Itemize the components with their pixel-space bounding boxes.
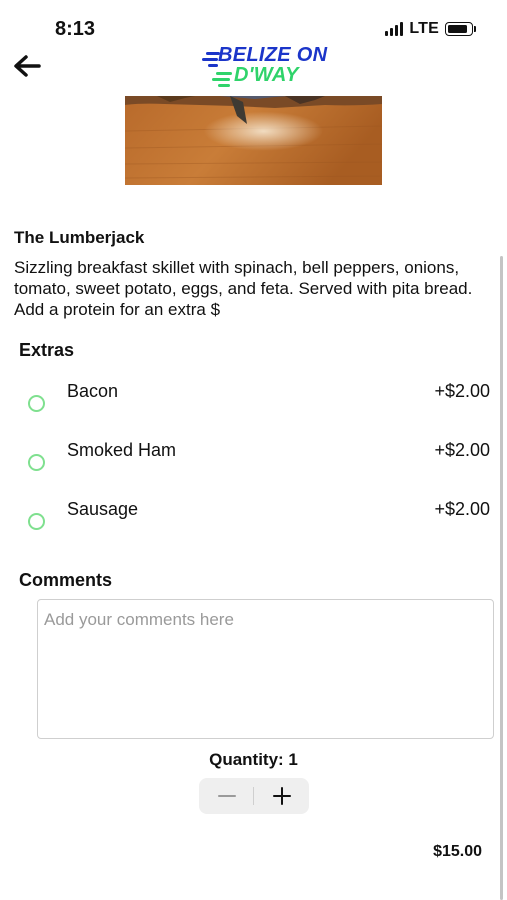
radio-button[interactable] <box>28 395 45 412</box>
plus-icon <box>272 787 291 805</box>
app-logo: BELIZE ON D'WAY <box>200 44 340 88</box>
signal-icon <box>385 22 404 36</box>
quantity-stepper[interactable] <box>199 778 309 814</box>
extra-name: Smoked Ham <box>67 440 177 460</box>
extras-title: Extras <box>19 340 75 360</box>
increment-button[interactable] <box>254 778 309 814</box>
minus-icon <box>217 795 236 797</box>
decrement-button[interactable] <box>199 778 254 814</box>
logo-text-line2: D'WAY <box>234 64 299 86</box>
extra-option-sausage[interactable]: Sausage +$2.00 <box>22 499 490 539</box>
network-type: LTE <box>409 20 439 37</box>
extra-name: Bacon <box>67 381 119 401</box>
back-button[interactable] <box>12 52 44 80</box>
battery-icon <box>445 22 476 36</box>
extra-name: Sausage <box>67 499 139 519</box>
extra-price: +$2.00 <box>434 440 490 460</box>
item-title: The Lumberjack <box>14 228 145 247</box>
item-description: Sizzling breakfast skillet with spinach,… <box>14 258 473 319</box>
total-price: $15.00 <box>433 843 482 860</box>
food-image <box>125 96 382 185</box>
status-indicators: LTE <box>385 20 476 38</box>
comments-title: Comments <box>19 570 113 590</box>
arrow-left-icon <box>14 55 41 77</box>
radio-button[interactable] <box>28 513 45 530</box>
comments-field[interactable] <box>37 599 494 739</box>
extra-option-smoked-ham[interactable]: Smoked Ham +$2.00 <box>22 440 490 480</box>
extra-price: +$2.00 <box>434 499 490 519</box>
radio-button[interactable] <box>28 454 45 471</box>
comments-input[interactable] <box>44 610 487 728</box>
status-time: 8:13 <box>55 18 96 40</box>
quantity-label: Quantity: 1 <box>209 750 298 769</box>
extra-option-bacon[interactable]: Bacon +$2.00 <box>22 381 490 421</box>
scrollbar[interactable] <box>500 256 503 900</box>
extra-price: +$2.00 <box>434 381 490 401</box>
